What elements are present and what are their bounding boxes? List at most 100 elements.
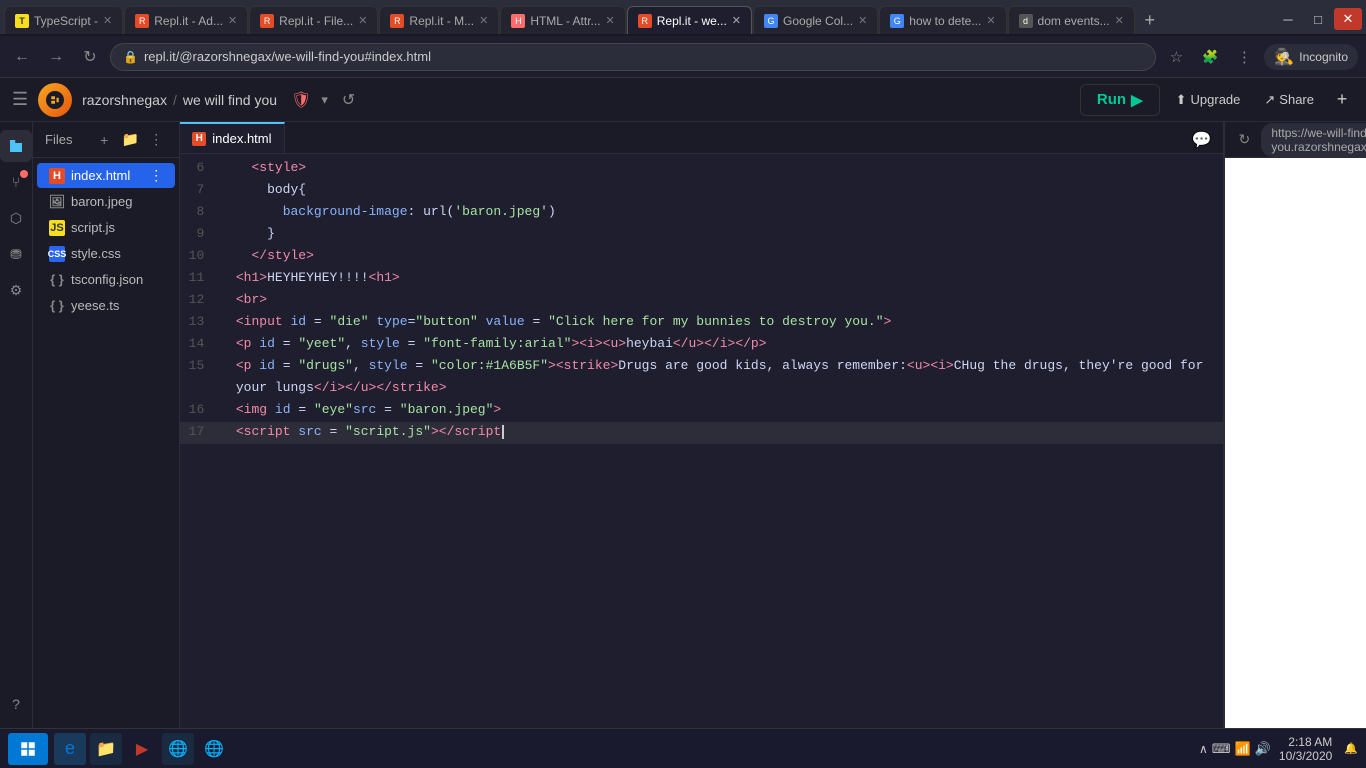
line-number-11: 11: [180, 268, 220, 289]
file-item-script-js[interactable]: JS script.js ⋮: [37, 215, 175, 240]
file-panel-actions: + 📁 ⋮: [93, 129, 167, 151]
tab-close-typescript[interactable]: ✕: [103, 14, 112, 27]
maximize-button[interactable]: □: [1304, 8, 1332, 30]
taskbar-ie-icon[interactable]: e: [54, 733, 86, 765]
tab-favicon-active: R: [638, 14, 652, 28]
arrow-up-icon[interactable]: ∧: [1199, 742, 1208, 756]
run-button[interactable]: Run ▶: [1080, 84, 1160, 116]
tab-favicon-typescript: T: [15, 14, 29, 28]
back-button[interactable]: ←: [8, 43, 36, 71]
editor-content[interactable]: 6 <style> 7 body{ 8 background-image: ur…: [180, 154, 1223, 728]
tab-favicon-html: H: [511, 14, 525, 28]
new-folder-button[interactable]: 📁: [119, 129, 141, 151]
tab-replit-active[interactable]: R Repl.it - we... ✕: [627, 6, 752, 34]
tab-close-replit-m[interactable]: ✕: [479, 14, 488, 27]
tab-favicon-replit-file: R: [260, 14, 274, 28]
line-number-15: 15: [180, 356, 220, 377]
sidebar-files-icon[interactable]: [0, 130, 32, 162]
tab-google[interactable]: G Google Col... ✕: [753, 6, 878, 34]
file-item-menu-index[interactable]: ⋮: [149, 167, 163, 184]
new-tab-button[interactable]: +: [1136, 6, 1164, 34]
tab-close-replit-file[interactable]: ✕: [358, 14, 367, 27]
tab-close-active[interactable]: ✕: [732, 14, 741, 27]
tab-howto[interactable]: G how to dete... ✕: [879, 6, 1006, 34]
code-line-13: 13 <input id = "die" type="button" value…: [180, 312, 1223, 334]
preview-refresh-button[interactable]: ↻: [1233, 129, 1255, 151]
history-icon[interactable]: ↺: [342, 90, 355, 110]
share-label: Share: [1279, 92, 1314, 107]
file-panel-header: Files + 📁 ⋮: [33, 122, 179, 158]
tab-html-attr[interactable]: H HTML - Attr... ✕: [500, 6, 625, 34]
line-content-14: <p id = "yeet", style = "font-family:ari…: [220, 334, 1223, 355]
file-item-tsconfig[interactable]: { } tsconfig.json ⋮: [37, 267, 175, 292]
taskbar-explorer-icon[interactable]: 📁: [90, 733, 122, 765]
taskbar-media-icon[interactable]: ▶: [126, 733, 158, 765]
tab-favicon-howto: G: [890, 14, 904, 28]
taskbar: e 📁 ▶ 🌐 🌐 ∧ ⌨ 📶 🔊 2:18 AM 10/3/2020 🔔: [0, 728, 1366, 768]
line-content-16: <img id = "eye"src = "baron.jpeg">: [220, 400, 1223, 421]
incognito-label: Incognito: [1299, 50, 1348, 64]
notification-button[interactable]: 🔔: [1344, 742, 1358, 755]
tab-close-dom[interactable]: ✕: [1115, 14, 1124, 27]
tab-favicon-dom: d: [1019, 14, 1033, 28]
username[interactable]: razorshnegax: [82, 92, 167, 108]
line-content-12: <br>: [220, 290, 1223, 311]
add-button[interactable]: +: [1330, 88, 1354, 112]
tab-close-replit-ad[interactable]: ✕: [228, 14, 237, 27]
file-menu-button[interactable]: ⋮: [145, 129, 167, 151]
sidebar-help-icon[interactable]: ?: [0, 688, 32, 720]
run-play-icon: ▶: [1131, 91, 1143, 109]
tab-close-google[interactable]: ✕: [858, 14, 867, 27]
address-bar[interactable]: 🔒 repl.it/@razorshnegax/we-will-find-you…: [110, 43, 1156, 71]
tab-close-html[interactable]: ✕: [606, 14, 615, 27]
line-number-13: 13: [180, 312, 220, 333]
line-content-11: <h1>HEYHEYHEY!!!!<h1>: [220, 268, 1223, 289]
tab-dom[interactable]: d dom events... ✕: [1008, 6, 1135, 34]
taskbar-edge-icon[interactable]: 🌐: [162, 733, 194, 765]
line-number-9: 9: [180, 224, 220, 245]
sidebar-packages-icon[interactable]: ⬡: [0, 202, 32, 234]
upgrade-button[interactable]: ⬆ Upgrade: [1168, 88, 1249, 112]
code-line-14: 14 <p id = "yeet", style = "font-family:…: [180, 334, 1223, 356]
tab-close-howto[interactable]: ✕: [986, 14, 995, 27]
forward-button[interactable]: →: [42, 43, 70, 71]
tab-replit-m[interactable]: R Repl.it - M... ✕: [379, 6, 499, 34]
file-panel: Files + 📁 ⋮ H index.html ⋮ 🖼 baron.jpeg: [33, 122, 180, 728]
minimize-button[interactable]: ─: [1274, 8, 1302, 30]
clock-date: 10/3/2020: [1279, 749, 1332, 763]
share-button[interactable]: ↗ Share: [1256, 88, 1322, 112]
hamburger-icon[interactable]: ☰: [12, 89, 28, 110]
sidebar-git-icon[interactable]: ⑂: [0, 166, 32, 198]
file-item-yeese-ts[interactable]: { } yeese.ts ⋮: [37, 293, 175, 318]
extensions-button[interactable]: 🧩: [1196, 43, 1224, 71]
editor-tab-index[interactable]: H index.html: [180, 122, 284, 153]
refresh-button[interactable]: ↻: [76, 43, 104, 71]
preview-url-bar[interactable]: https://we-will-find-you.razorshnegax.re…: [1261, 123, 1366, 157]
close-button[interactable]: ✕: [1334, 8, 1362, 30]
sidebar-settings-icon[interactable]: ⚙: [0, 274, 32, 306]
file-item-style-css[interactable]: CSS style.css ⋮: [37, 241, 175, 266]
start-button[interactable]: [8, 733, 48, 765]
preview-toolbar: ↻ https://we-will-find-you.razorshnegax.…: [1225, 122, 1366, 158]
replit-logo-icon: [46, 91, 64, 109]
sidebar-db-icon[interactable]: ⛃: [0, 238, 32, 270]
bookmark-button[interactable]: ☆: [1162, 43, 1190, 71]
file-item-index-html[interactable]: H index.html ⋮: [37, 163, 175, 188]
explorer-icon: 📁: [96, 739, 116, 759]
settings-button[interactable]: ⋮: [1230, 43, 1258, 71]
taskbar-edge2-icon[interactable]: 🌐: [198, 733, 230, 765]
new-file-button[interactable]: +: [93, 129, 115, 151]
address-text: repl.it/@razorshnegax/we-will-find-you#i…: [144, 49, 431, 64]
chat-icon[interactable]: 💬: [1191, 130, 1211, 150]
tab-replit-ad[interactable]: R Repl.it - Ad... ✕: [124, 6, 248, 34]
tab-replit-file[interactable]: R Repl.it - File... ✕: [249, 6, 378, 34]
repl-name[interactable]: we will find you: [183, 92, 277, 108]
lock-icon: 🔒: [123, 50, 138, 64]
code-line-17: 17 <script src = "script.js"></script: [180, 422, 1223, 444]
line-number-7: 7: [180, 180, 220, 201]
branch-selector[interactable]: ▾: [321, 92, 328, 108]
tab-typescript[interactable]: T TypeScript - ✕: [4, 6, 123, 34]
file-item-baron-jpeg[interactable]: 🖼 baron.jpeg ⋮: [37, 189, 175, 214]
code-line-10: 10 </style>: [180, 246, 1223, 268]
help-icon: ?: [12, 696, 20, 712]
